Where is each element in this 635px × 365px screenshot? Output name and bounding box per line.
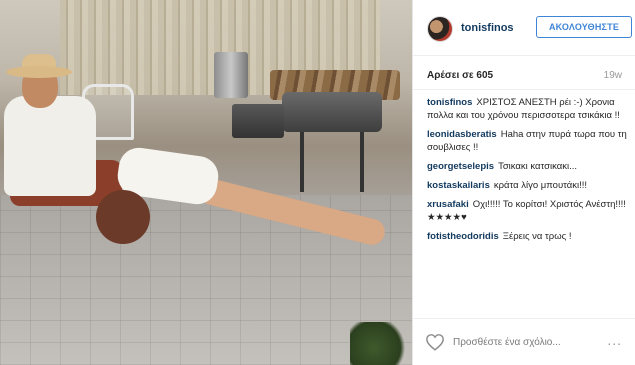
post-side-panel: tonisfinos ΑΚΟΛΟΥΘΗΣΤΕ Αρέσει σε 605 19w… <box>412 0 635 365</box>
likes-row: Αρέσει σε 605 19w <box>413 60 635 90</box>
photo-firebox <box>232 104 284 138</box>
photo-woman-hair <box>96 190 150 244</box>
heart-outline-icon[interactable] <box>425 333 445 351</box>
photo-grill-leg <box>300 132 304 192</box>
photo-plant <box>350 322 410 365</box>
comment-item: xrusafaki Οχι!!!!! Το κορίτσι! Χριστός Αν… <box>427 198 627 224</box>
avatar[interactable] <box>427 16 453 42</box>
photo-man-body <box>4 96 96 196</box>
comment-username[interactable]: kostaskailaris <box>427 180 490 191</box>
comment-input[interactable] <box>453 333 589 351</box>
comment-username[interactable]: fotistheodoridis <box>427 231 499 242</box>
comment-text: Τσικακι κατσικακι... <box>498 161 578 172</box>
comment-item: georgetselepis Τσικακι κατσικακι... <box>427 160 627 173</box>
post-header: tonisfinos ΑΚΟΛΟΥΘΗΣΤΕ <box>413 0 635 56</box>
comment-list: tonisfinos ΧΡΙΣΤΟΣ ΑΝΕΣΤΗ ρέι :-) Χρονια … <box>427 96 627 249</box>
comment-text: κράτα λίγο μπουτάκι!!! <box>493 180 588 191</box>
comment-username[interactable]: georgetselepis <box>427 161 494 172</box>
comment-username[interactable]: xrusafaki <box>427 199 469 210</box>
comment-username[interactable]: leonidasberatis <box>427 129 497 140</box>
comment-item: kostaskailaris κράτα λίγο μπουτάκι!!! <box>427 179 627 192</box>
follow-button[interactable]: ΑΚΟΛΟΥΘΗΣΤΕ <box>536 16 632 38</box>
comment-item: tonisfinos ΧΡΙΣΤΟΣ ΑΝΕΣΤΗ ρέι :-) Χρονια … <box>427 96 627 122</box>
instagram-post-modal: tonisfinos ΑΚΟΛΟΥΘΗΣΤΕ Αρέσει σε 605 19w… <box>0 0 635 365</box>
photo-grill <box>282 92 382 132</box>
photo-grill-leg <box>360 132 364 192</box>
photo-barrel <box>214 52 248 98</box>
photo-hat-brim <box>6 66 72 78</box>
comment-text: Ξέρεις να τρως ! <box>502 231 572 242</box>
author-username[interactable]: tonisfinos <box>461 22 514 34</box>
more-options-icon[interactable]: ... <box>607 333 622 347</box>
comment-item: leonidasberatis Haha στην πυρά τωρα που τ… <box>427 128 627 154</box>
likes-count[interactable]: Αρέσει σε 605 <box>427 70 493 81</box>
comment-item: fotistheodoridis Ξέρεις να τρως ! <box>427 230 627 243</box>
post-photo[interactable] <box>0 0 412 365</box>
comment-footer: ... <box>413 318 635 365</box>
post-time[interactable]: 19w <box>604 70 622 81</box>
comment-username[interactable]: tonisfinos <box>427 97 472 108</box>
